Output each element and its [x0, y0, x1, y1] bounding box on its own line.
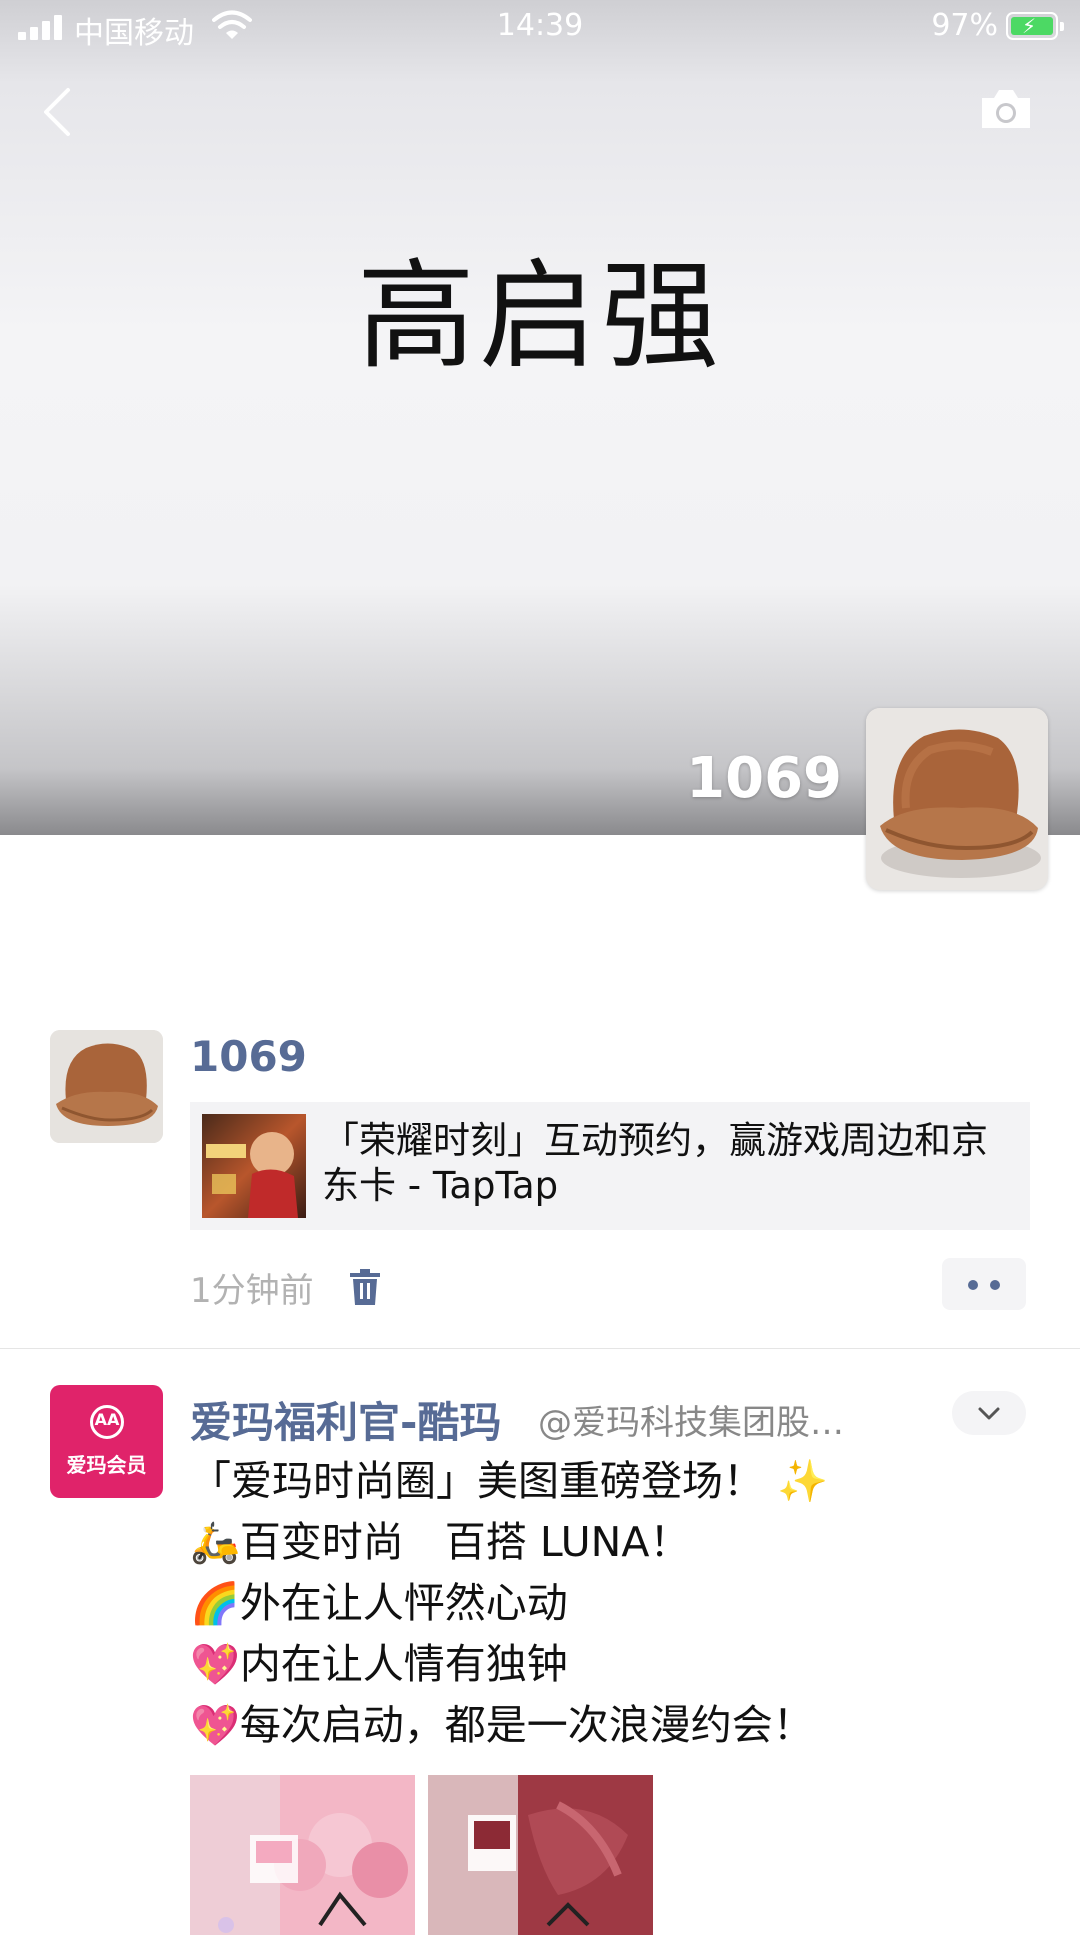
post-line: 💖每次启动，都是一次浪漫约会！: [190, 1701, 814, 1749]
post-image[interactable]: [190, 1775, 415, 1935]
trash-icon[interactable]: [350, 1269, 380, 1305]
author-name[interactable]: 爱玛福利官-酷玛: [190, 1389, 501, 1450]
author-avatar[interactable]: AA 爱玛会员: [50, 1385, 163, 1498]
battery-icon: ⚡: [1006, 12, 1064, 40]
author-avatar[interactable]: [50, 1030, 163, 1143]
chevron-down-icon[interactable]: [952, 1391, 1026, 1435]
more-options-button[interactable]: [942, 1258, 1026, 1310]
back-button[interactable]: [38, 86, 78, 138]
post-line: 🛵百变时尚 百搭 LUNA！: [190, 1518, 691, 1566]
shared-link-card[interactable]: 「荣耀时刻」互动预约，赢游戏周边和京东卡 - TapTap: [190, 1102, 1030, 1230]
profile-avatar[interactable]: [866, 708, 1048, 890]
post-line: 💖内在让人情有独钟: [190, 1640, 568, 1688]
post-line: 🌈外在让人怦然心动: [190, 1579, 568, 1627]
author-source[interactable]: @爱玛科技集团股…: [538, 1395, 844, 1444]
camera-button[interactable]: [978, 86, 1034, 132]
cover-title: 高启强: [356, 247, 723, 385]
status-bar: 中国移动 14:39 97% ⚡: [0, 0, 1080, 56]
game-thumbnail: [202, 1114, 306, 1218]
battery-percent: 97%: [931, 8, 998, 43]
author-name[interactable]: 1069: [190, 1032, 307, 1081]
moment-post: 1069 「荣耀时刻」互动预约，赢游戏周边和京东卡 - TapTap 1分钟前: [0, 1020, 1080, 1350]
hat-photo-icon: [50, 1030, 163, 1143]
avatar-brand-text: 爱玛会员: [66, 1453, 147, 1477]
status-time: 14:39: [496, 8, 584, 43]
post-image[interactable]: [428, 1775, 653, 1935]
link-title: 「荣耀时刻」互动预约，赢游戏周边和京东卡 - TapTap: [322, 1119, 988, 1207]
brand-logo-icon: AA: [90, 1405, 124, 1439]
post-divider: [0, 1348, 1080, 1349]
hat-photo-icon: [866, 708, 1048, 890]
post-line: 「爱玛时尚圈」美图重磅登场！ ✨: [190, 1457, 829, 1505]
post-time: 1分钟前: [190, 1271, 314, 1311]
post-body: 「爱玛时尚圈」美图重磅登场！ ✨ 🛵百变时尚 百搭 LUNA！ 🌈外在让人怦然心…: [190, 1451, 828, 1756]
profile-username[interactable]: 1069: [686, 746, 842, 811]
moment-post: AA 爱玛会员 爱玛福利官-酷玛 @爱玛科技集团股… 「爱玛时尚圈」美图重磅登场…: [0, 1385, 1080, 1935]
